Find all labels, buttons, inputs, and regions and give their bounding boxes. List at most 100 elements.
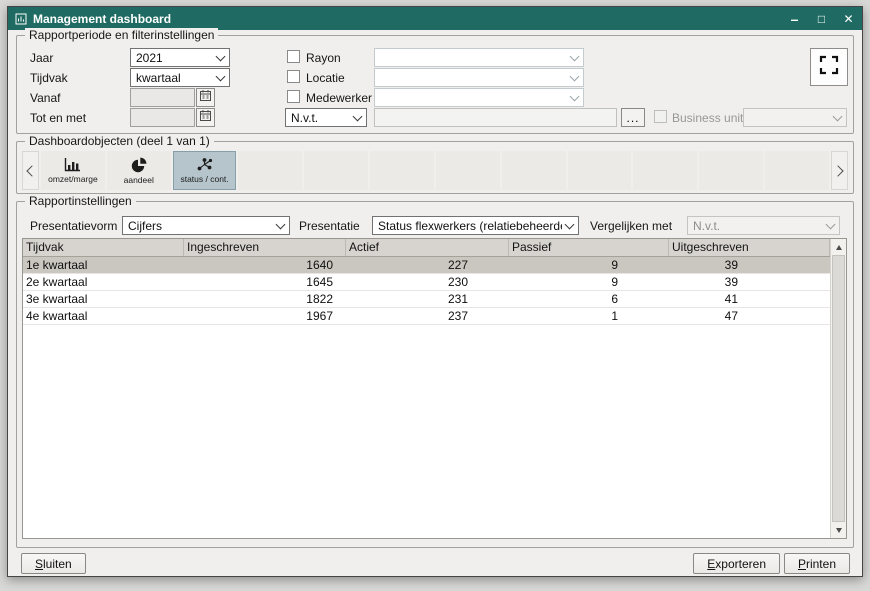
- printen-button[interactable]: Printen: [784, 553, 850, 574]
- column-header-tijdvak[interactable]: Tijdvak: [23, 239, 184, 256]
- pie-chart-icon: [131, 157, 147, 173]
- dashboard-tile-aandeel[interactable]: aandeel: [107, 151, 171, 190]
- medewerker-label: Medewerker: [306, 91, 372, 105]
- filter-group: Rapportperiode en filterinstellingen Jaa…: [16, 35, 854, 134]
- rayon-select: [374, 48, 584, 67]
- tot-en-met-calendar-button[interactable]: [196, 108, 215, 127]
- presentatievorm-label: Presentatievorm: [30, 219, 117, 233]
- minimize-button[interactable]: –: [781, 7, 808, 30]
- chevron-down-icon: [570, 51, 580, 61]
- chevron-down-icon: [826, 219, 836, 229]
- dashboard-tile-empty[interactable]: [436, 151, 500, 190]
- scrollbar-thumb[interactable]: [832, 255, 845, 522]
- titlebar[interactable]: Management dashboard – □ ✕: [8, 7, 862, 30]
- table-row[interactable]: 4e kwartaal1967237147: [23, 308, 830, 325]
- column-header-uitgeschreven[interactable]: Uitgeschreven: [669, 239, 830, 256]
- table-cell: 227: [346, 257, 509, 273]
- arrow-down-icon: [836, 528, 842, 533]
- table-cell: 47: [669, 308, 830, 324]
- dashboard-objects-title: Dashboardobjecten (deel 1 van 1): [25, 134, 214, 148]
- network-icon: [195, 157, 214, 172]
- report-settings-group: Rapportinstellingen Presentatievorm Cijf…: [16, 201, 854, 548]
- vertical-scrollbar[interactable]: [830, 239, 846, 538]
- close-button[interactable]: ✕: [835, 7, 862, 30]
- chevron-left-icon: [26, 165, 37, 176]
- jaar-label: Jaar: [30, 51, 53, 65]
- dashboard-tile-empty[interactable]: [633, 151, 697, 190]
- tijdvak-select[interactable]: kwartaal: [130, 68, 230, 87]
- fullscreen-icon: [819, 55, 839, 80]
- chevron-right-icon: [832, 165, 843, 176]
- tot-en-met-input: [130, 108, 195, 127]
- chevron-down-icon: [565, 219, 575, 229]
- dashboard-tile-empty[interactable]: [502, 151, 566, 190]
- table-cell: 9: [509, 274, 669, 290]
- vanaf-input: [130, 88, 195, 107]
- management-dashboard-window: Management dashboard – □ ✕ Rapportperiod…: [7, 6, 863, 577]
- tile-strip-container: omzet/marge aandeelstatus / cont.: [22, 151, 848, 190]
- tile-label: omzet/marge: [48, 174, 98, 184]
- chevron-down-icon: [276, 219, 286, 229]
- scroll-up-button[interactable]: [831, 239, 846, 255]
- sluiten-button[interactable]: Sluiten: [21, 553, 86, 574]
- vergelijken-met-select: N.v.t.: [687, 216, 840, 235]
- dashboard-tile-omzet-marge[interactable]: omzet/marge: [41, 151, 105, 190]
- scroll-down-button[interactable]: [831, 522, 846, 538]
- dashboard-tile-empty[interactable]: [699, 151, 763, 190]
- vanaf-label: Vanaf: [30, 91, 60, 105]
- dashboard-tile-status-cont[interactable]: status / cont.: [173, 151, 237, 190]
- browse-button[interactable]: ...: [621, 108, 645, 127]
- maximize-icon: □: [818, 12, 825, 26]
- table-cell: 237: [346, 308, 509, 324]
- rayon-checkbox[interactable]: [287, 50, 300, 63]
- relatie-input: [374, 108, 617, 127]
- dashboard-tile-empty[interactable]: [238, 151, 302, 190]
- chevron-down-icon: [216, 51, 226, 61]
- close-icon: ✕: [843, 12, 853, 26]
- table-row[interactable]: 2e kwartaal1645230939: [23, 274, 830, 291]
- calendar-icon: [199, 89, 212, 107]
- arrow-up-icon: [836, 245, 842, 250]
- table-cell: 1640: [184, 257, 346, 273]
- locatie-select: [374, 68, 584, 87]
- chevron-down-icon: [570, 91, 580, 101]
- report-settings-title: Rapportinstellingen: [25, 194, 136, 208]
- vanaf-calendar-button[interactable]: [196, 88, 215, 107]
- chevron-down-icon: [833, 111, 843, 121]
- table-cell: 1967: [184, 308, 346, 324]
- table-cell: 1e kwartaal: [23, 257, 184, 273]
- table-row[interactable]: 3e kwartaal1822231641: [23, 291, 830, 308]
- medewerker-checkbox[interactable]: [287, 90, 300, 103]
- business-unit-checkbox: [654, 110, 667, 123]
- column-header-ingeschreven[interactable]: Ingeschreven: [184, 239, 346, 256]
- tile-strip: omzet/marge aandeelstatus / cont.: [41, 151, 829, 190]
- table-cell: 41: [669, 291, 830, 307]
- presentatievorm-select[interactable]: Cijfers: [122, 216, 290, 235]
- table-header: TijdvakIngeschrevenActiefPassiefUitgesch…: [23, 239, 830, 257]
- dashboard-tile-empty[interactable]: [370, 151, 434, 190]
- column-header-passief[interactable]: Passief: [509, 239, 669, 256]
- locatie-checkbox[interactable]: [287, 70, 300, 83]
- dashboard-tile-empty[interactable]: [765, 151, 829, 190]
- vergelijken-met-label: Vergelijken met: [590, 219, 672, 233]
- maximize-button[interactable]: □: [808, 7, 835, 30]
- table-cell: 9: [509, 257, 669, 273]
- table-cell: 231: [346, 291, 509, 307]
- column-header-actief[interactable]: Actief: [346, 239, 509, 256]
- dashboard-objects-group: Dashboardobjecten (deel 1 van 1) omzet/m…: [16, 141, 854, 194]
- table-cell: 1822: [184, 291, 346, 307]
- tiles-next-button[interactable]: [831, 151, 848, 190]
- expand-button[interactable]: [810, 48, 848, 86]
- presentatie-select[interactable]: Status flexwerkers (relatiebeheerder): [372, 216, 579, 235]
- table-row[interactable]: 1e kwartaal1640227939: [23, 257, 830, 274]
- chevron-down-icon: [353, 111, 363, 121]
- exporteren-button[interactable]: Exporteren: [693, 553, 780, 574]
- relatie-filter-select[interactable]: N.v.t.: [285, 108, 367, 127]
- dashboard-tile-empty[interactable]: [304, 151, 368, 190]
- table-cell: 2e kwartaal: [23, 274, 184, 290]
- window-controls: – □ ✕: [781, 7, 862, 30]
- dashboard-tile-empty[interactable]: [568, 151, 632, 190]
- minimize-icon: –: [791, 11, 799, 27]
- tiles-prev-button[interactable]: [22, 151, 39, 190]
- jaar-select[interactable]: 2021: [130, 48, 230, 67]
